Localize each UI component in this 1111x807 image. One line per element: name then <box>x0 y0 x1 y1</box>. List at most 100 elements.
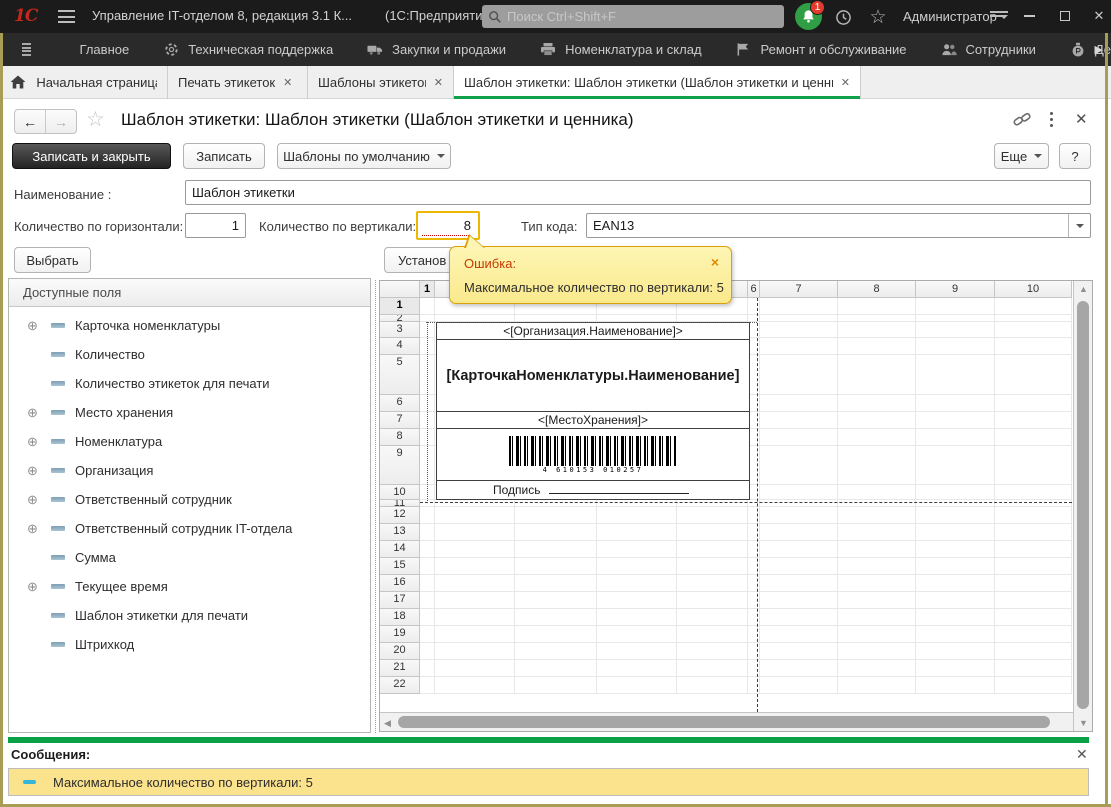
column-header-6[interactable]: 6 <box>748 281 760 298</box>
tree-item[interactable]: ⊕ Ответственный сотрудник <box>9 485 370 514</box>
row-header-18[interactable]: 18 <box>380 609 420 626</box>
row-header-13[interactable]: 13 <box>380 524 420 541</box>
column-header-7[interactable]: 7 <box>760 281 838 298</box>
tree-item[interactable]: ⊕ Организация <box>9 456 370 485</box>
row-header-9[interactable]: 9 <box>380 446 420 485</box>
horizontal-scroll-thumb[interactable] <box>398 716 1050 728</box>
current-user[interactable]: Администратор <box>903 9 997 24</box>
expand-plus-icon[interactable]: ⊕ <box>27 435 38 448</box>
expand-plus-icon[interactable]: ⊕ <box>27 493 38 506</box>
sections-menu-icon[interactable] <box>22 43 31 56</box>
row-header-12[interactable]: 12 <box>380 507 420 524</box>
section-item[interactable]: Главное <box>55 42 130 58</box>
save-and-close-button[interactable]: Записать и закрыть <box>12 143 171 169</box>
section-item[interactable]: Закупки и продажи <box>367 42 506 58</box>
row-header-11[interactable]: 11 <box>380 500 420 507</box>
sheet-corner-cell[interactable] <box>380 281 420 298</box>
label-template[interactable]: <[Организация.Наименование]> [КарточкаНо… <box>436 322 750 500</box>
close-window-button[interactable]: ✕ <box>1086 6 1111 26</box>
scroll-left-icon[interactable]: ◀ <box>384 718 391 729</box>
horizontal-scrollbar[interactable]: ◀ <box>380 712 1073 731</box>
close-form-icon[interactable]: ✕ <box>1075 110 1088 128</box>
row-header-1[interactable]: 1 <box>380 298 420 315</box>
forward-button[interactable]: → <box>46 110 76 133</box>
code-type-select[interactable]: EAN13 <box>586 213 1091 238</box>
tooltip-close-icon[interactable]: × <box>711 254 719 270</box>
tab[interactable]: Шаблоны этикеток ✕ <box>308 66 454 99</box>
history-icon[interactable] <box>833 7 853 27</box>
expand-plus-icon[interactable]: ⊕ <box>27 580 38 593</box>
tab-close-icon[interactable]: ✕ <box>283 76 292 89</box>
tab-close-icon[interactable]: ✕ <box>841 76 850 89</box>
more-actions-icon[interactable] <box>1050 112 1054 130</box>
more-button[interactable]: Еще <box>994 143 1049 169</box>
template-storage-cell[interactable]: <[МестоХранения]> <box>437 412 749 429</box>
row-header-5[interactable]: 5 <box>380 355 420 395</box>
row-header-17[interactable]: 17 <box>380 592 420 609</box>
row-header-8[interactable]: 8 <box>380 429 420 446</box>
tree-item[interactable]: ⊕ Количество этикеток для печати <box>9 369 370 398</box>
section-item[interactable]: Техническая поддержка <box>163 42 333 58</box>
chevron-down-icon[interactable] <box>1068 214 1090 237</box>
template-nomenclature-cell[interactable]: [КарточкаНоменклатуры.Наименование] <box>437 340 749 412</box>
tab[interactable]: Шаблон этикетки: Шаблон этикетки (Шаблон… <box>454 66 861 99</box>
column-header-10[interactable]: 10 <box>995 281 1072 298</box>
expand-plus-icon[interactable]: ⊕ <box>27 464 38 477</box>
favorites-star-icon[interactable]: ☆ <box>868 7 888 27</box>
menu-overflow-chevron-icon[interactable]: ▶ <box>1095 43 1103 56</box>
save-button[interactable]: Записать <box>183 143 265 169</box>
template-signature-cell[interactable]: Подпись <box>437 481 749 498</box>
scroll-up-icon[interactable]: ▲ <box>1079 284 1088 294</box>
row-header-2[interactable]: 2 <box>380 315 420 322</box>
tree-item[interactable]: ⊕ Количество <box>9 340 370 369</box>
column-header-1[interactable]: 1 <box>420 281 435 298</box>
row-header-4[interactable]: 4 <box>380 338 420 355</box>
tree-item[interactable]: ⊕ Номенклатура <box>9 427 370 456</box>
message-row[interactable]: Максимальное количество по вертикали: 5 <box>8 768 1089 796</box>
tree-item[interactable]: ⊕ Сумма <box>9 543 370 572</box>
default-templates-button[interactable]: Шаблоны по умолчанию <box>277 143 451 169</box>
template-organization-cell[interactable]: <[Организация.Наименование]> <box>437 323 749 340</box>
sheet-grid[interactable]: 1234567891012345678910111213141516171819… <box>380 281 1073 712</box>
search-input[interactable]: Поиск Ctrl+Shift+F <box>482 5 784 28</box>
row-header-6[interactable]: 6 <box>380 395 420 412</box>
row-header-19[interactable]: 19 <box>380 626 420 643</box>
name-input[interactable]: Шаблон этикетки <box>185 180 1091 205</box>
row-header-7[interactable]: 7 <box>380 412 420 429</box>
row-header-15[interactable]: 15 <box>380 558 420 575</box>
main-menu-icon[interactable] <box>58 10 75 23</box>
tree-item[interactable]: ⊕ Ответственный сотрудник IT-отдела <box>9 514 370 543</box>
row-header-20[interactable]: 20 <box>380 643 420 660</box>
service-menu-icon[interactable] <box>990 11 1008 23</box>
expand-plus-icon[interactable]: ⊕ <box>27 406 38 419</box>
row-header-10[interactable]: 10 <box>380 485 420 500</box>
tab[interactable]: Печать этикеток ✕ <box>168 66 308 99</box>
get-link-icon[interactable] <box>1013 111 1032 133</box>
tree-item[interactable]: ⊕ Место хранения <box>9 398 370 427</box>
help-button[interactable]: ? <box>1059 143 1091 169</box>
panel-splitter[interactable] <box>375 280 376 733</box>
expand-plus-icon[interactable]: ⊕ <box>27 522 38 535</box>
template-barcode-cell[interactable]: 4 610153 010257 <box>437 429 749 481</box>
section-item[interactable]: Ремонт и обслуживание <box>736 42 907 58</box>
tab-close-icon[interactable]: ✕ <box>434 76 443 89</box>
row-header-3[interactable]: 3 <box>380 322 420 338</box>
row-header-21[interactable]: 21 <box>380 660 420 677</box>
scroll-down-icon[interactable]: ▼ <box>1079 718 1088 728</box>
tree-item[interactable]: ⊕ Шаблон этикетки для печати <box>9 601 370 630</box>
qty-horizontal-input[interactable]: 1 <box>185 213 246 238</box>
set-sizes-button[interactable]: Установ <box>384 247 454 273</box>
vertical-scroll-thumb[interactable] <box>1077 301 1089 709</box>
select-field-button[interactable]: Выбрать <box>14 247 91 273</box>
minimize-button[interactable] <box>1016 6 1042 26</box>
messages-close-icon[interactable]: ✕ <box>1076 746 1088 763</box>
tree-item[interactable]: ⊕ Текущее время <box>9 572 370 601</box>
row-header-16[interactable]: 16 <box>380 575 420 592</box>
row-header-22[interactable]: 22 <box>380 677 420 694</box>
row-header-14[interactable]: 14 <box>380 541 420 558</box>
favorite-star-icon[interactable]: ☆ <box>86 107 105 132</box>
tree-item[interactable]: ⊕ Карточка номенклатуры <box>9 311 370 340</box>
column-header-9[interactable]: 9 <box>916 281 995 298</box>
maximize-button[interactable] <box>1052 6 1078 26</box>
tab[interactable]: Начальная страница ✕ <box>0 66 168 99</box>
